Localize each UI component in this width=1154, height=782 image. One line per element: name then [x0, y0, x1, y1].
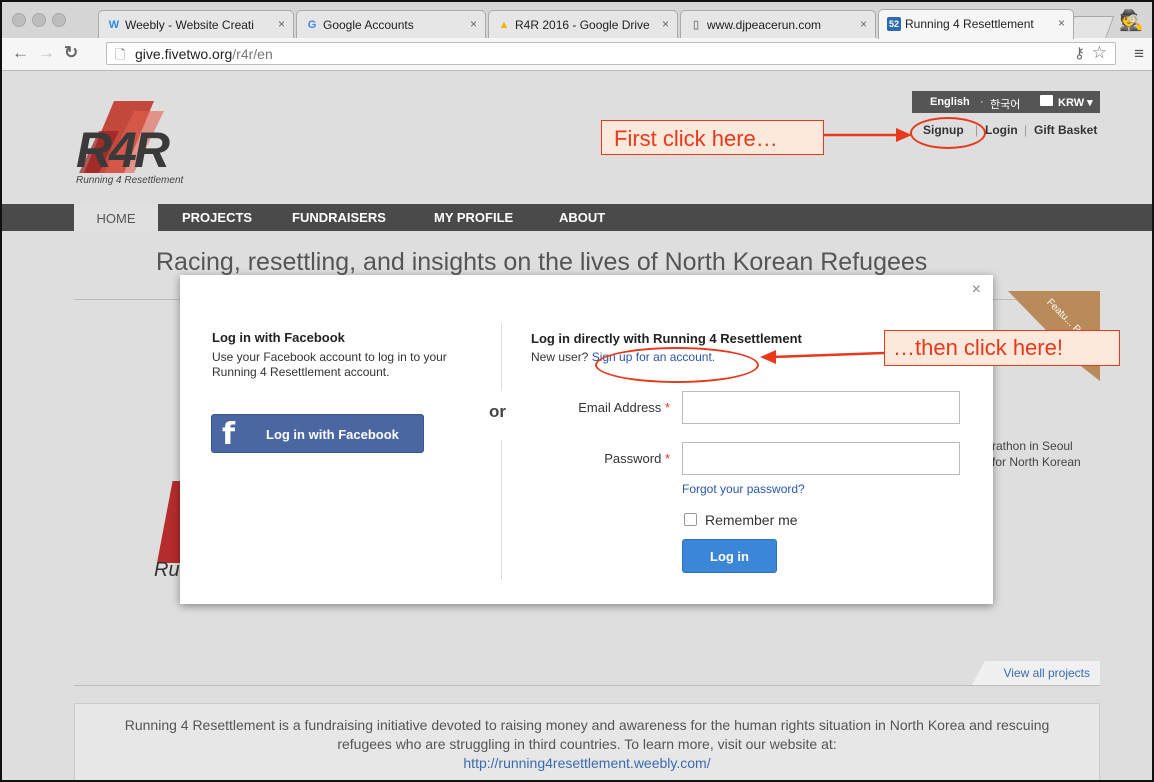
- tab-close-icon[interactable]: ×: [860, 17, 867, 31]
- fivetwo-icon: 52: [887, 17, 901, 31]
- forward-icon[interactable]: →: [38, 43, 55, 63]
- maximize-window-icon[interactable]: [52, 13, 66, 27]
- main-navigation: HOME PROJECTS FUNDRAISERS MY PROFILE ABO…: [2, 204, 1152, 231]
- tab-djpeacerun[interactable]: ▯ www.djpeacerun.com ×: [680, 10, 876, 38]
- project-text-line: for North Korean: [992, 455, 1081, 469]
- login-modal: × Log in with Facebook Use your Facebook…: [180, 275, 993, 604]
- close-window-icon[interactable]: [12, 13, 26, 27]
- tab-running-4-resettlement[interactable]: 52 Running 4 Resettlement ×: [878, 9, 1074, 39]
- email-label-text: Email Address: [578, 400, 662, 415]
- direct-login-title: Log in directly with Running 4 Resettlem…: [531, 331, 802, 346]
- required-marker: *: [664, 451, 670, 466]
- vertical-divider: [501, 323, 502, 391]
- currency-selector[interactable]: KRW ▾: [1058, 96, 1093, 109]
- google-icon: G: [307, 19, 317, 31]
- nav-projects[interactable]: PROJECTS: [182, 210, 252, 225]
- lang-korean[interactable]: 한국어: [990, 96, 1020, 112]
- project-description: rathon in Seoul for North Korean: [992, 438, 1081, 470]
- annotation-then-click: …then click here!: [884, 330, 1120, 366]
- reload-icon[interactable]: ↻: [64, 43, 78, 63]
- email-label: Email Address *: [520, 400, 670, 415]
- annotation-circle-signup: [910, 117, 986, 149]
- key-icon[interactable]: ⚷: [1074, 44, 1085, 62]
- facebook-icon: f: [222, 417, 236, 452]
- tab-title: www.djpeacerun.com: [707, 18, 822, 32]
- facebook-login-description: Use your Facebook account to log in to y…: [212, 350, 447, 379]
- weebly-icon: W: [108, 19, 120, 31]
- browser-window: W Weebly - Website Creati × G Google Acc…: [0, 0, 1154, 782]
- email-field[interactable]: [682, 391, 960, 424]
- required-marker: *: [664, 400, 670, 415]
- locale-bar: English · 한국어 KRW ▾: [912, 91, 1100, 113]
- intro-text: Running 4 Resettlement is a fundraising …: [124, 717, 1050, 752]
- password-label-text: Password: [604, 451, 662, 466]
- tab-close-icon[interactable]: ×: [470, 17, 477, 31]
- tab-google-drive[interactable]: ▲ R4R 2016 - Google Drive ×: [488, 10, 678, 38]
- url-text: give.fivetwo.org/r4r/en: [135, 46, 273, 62]
- divider: [74, 685, 1100, 686]
- back-icon[interactable]: ←: [12, 43, 29, 63]
- tab-strip: W Weebly - Website Creati × G Google Acc…: [2, 2, 1152, 39]
- intro-box: Running 4 Resettlement is a fundraising …: [74, 703, 1100, 780]
- project-text-line: rathon in Seoul: [992, 439, 1073, 453]
- nav-about[interactable]: ABOUT: [559, 210, 605, 225]
- browser-toolbar: ← → ↻ 🗋 give.fivetwo.org/r4r/en ⚷ ☆ ≡: [2, 38, 1152, 71]
- google-drive-icon: ▲: [498, 19, 510, 31]
- nav-fundraisers[interactable]: FUNDRAISERS: [292, 210, 386, 225]
- tab-close-icon[interactable]: ×: [662, 17, 669, 31]
- minimize-window-icon[interactable]: [32, 13, 46, 27]
- facebook-login-button[interactable]: f Log in with Facebook: [211, 414, 424, 453]
- remember-me[interactable]: Remember me: [684, 512, 798, 528]
- r4r-logo[interactable]: R4R: [76, 121, 170, 179]
- facebook-login-title: Log in with Facebook: [212, 330, 345, 345]
- project-logo-text: Ru: [154, 559, 180, 581]
- remember-me-label: Remember me: [705, 512, 798, 528]
- annotation-first-click: First click here…: [601, 120, 824, 155]
- login-link[interactable]: Login: [985, 123, 1018, 137]
- tab-close-icon[interactable]: ×: [278, 17, 285, 31]
- page-content: R4R Running 4 Resettlement English · 한국어…: [2, 71, 1152, 780]
- tab-close-icon[interactable]: ×: [1058, 16, 1065, 30]
- korea-flag-icon: [1040, 95, 1053, 106]
- url-domain: give.fivetwo.org: [135, 46, 233, 62]
- lang-separator: ·: [980, 96, 984, 108]
- view-all-projects-link[interactable]: View all projects: [972, 661, 1100, 685]
- tab-google-accounts[interactable]: G Google Accounts ×: [296, 10, 486, 38]
- nav-home[interactable]: HOME: [74, 204, 158, 231]
- remember-me-checkbox[interactable]: [684, 513, 697, 526]
- tab-title: Running 4 Resettlement: [905, 17, 1034, 31]
- tab-title: Google Accounts: [323, 18, 414, 32]
- link-separator: |: [1024, 123, 1028, 137]
- tab-title: Weebly - Website Creati: [125, 18, 254, 32]
- vertical-divider: [501, 440, 502, 580]
- forgot-password-link[interactable]: Forgot your password?: [682, 482, 805, 496]
- url-path: /r4r/en: [232, 46, 273, 62]
- menu-icon[interactable]: ≡: [1134, 44, 1144, 64]
- tab-title: R4R 2016 - Google Drive: [515, 18, 649, 32]
- gift-basket-link[interactable]: Gift Basket: [1034, 123, 1097, 137]
- login-button[interactable]: Log in: [682, 539, 777, 573]
- annotation-arrow: [824, 128, 912, 142]
- nav-my-profile[interactable]: MY PROFILE: [434, 210, 513, 225]
- lang-english[interactable]: English: [930, 96, 970, 108]
- password-field[interactable]: [682, 442, 960, 475]
- intro-website-link[interactable]: http://running4resettlement.weebly.com/: [463, 755, 710, 771]
- document-icon: ▯: [692, 19, 700, 31]
- page-icon: 🗋: [115, 47, 126, 62]
- facebook-login-label: Log in with Facebook: [266, 427, 399, 442]
- logo-tagline: Running 4 Resettlement: [76, 175, 184, 186]
- new-user-label: New user?: [531, 350, 589, 364]
- password-label: Password *: [520, 451, 670, 466]
- annotation-arrow: [760, 350, 885, 364]
- address-bar[interactable]: 🗋 give.fivetwo.org/r4r/en ⚷ ☆: [106, 42, 1116, 65]
- incognito-icon: 🕵: [1119, 10, 1144, 32]
- page-headline: Racing, resettling, and insights on the …: [156, 248, 928, 276]
- annotation-circle-signup-account: [595, 347, 759, 383]
- bookmark-star-icon[interactable]: ☆: [1092, 43, 1107, 63]
- tab-weebly[interactable]: W Weebly - Website Creati ×: [98, 10, 294, 38]
- modal-close-icon[interactable]: ×: [972, 281, 981, 299]
- or-separator: or: [489, 402, 506, 421]
